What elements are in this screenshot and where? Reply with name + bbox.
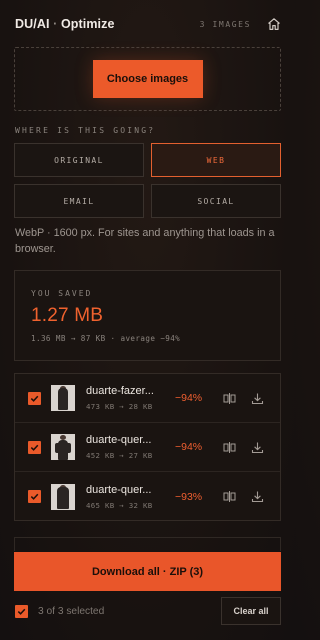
format-option-web[interactable]: WEB [151,143,281,177]
image-count: 3 IMAGES [199,19,251,29]
file-thumbnail [51,483,75,510]
checkmark-icon [30,444,39,451]
file-sizes: 465 KB → 32 KB [86,500,153,510]
compare-icon [223,491,235,502]
savings-label: YOU SAVED [31,289,93,298]
file-checkbox[interactable] [28,490,41,503]
title-separator: · [49,17,61,31]
savings-value: 1.27 MB [31,305,104,326]
file-thumbnail [51,385,75,411]
savings-card: YOU SAVED 1.27 MB 1.36 MB → 87 KB · aver… [14,270,281,361]
download-file-button[interactable] [249,489,265,505]
file-reduction: −93% [175,490,203,503]
file-sizes: 452 KB → 27 KB [86,451,153,460]
compare-icon [223,441,235,453]
compare-icon [223,392,235,404]
compare-button[interactable] [221,489,237,505]
compare-button[interactable] [221,390,237,406]
file-row: duarte-quer... 465 KB → 32 KB −93% [15,472,280,521]
file-row: duarte-quer... 452 KB → 27 KB −94% [15,423,280,472]
download-all-button[interactable]: Download all · ZIP (3) [14,552,281,591]
selection-count: 3 of 3 selected [38,605,105,617]
choose-images-button[interactable]: Choose images [92,60,203,98]
file-checkbox[interactable] [28,391,41,405]
checkmark-icon [30,395,39,402]
file-name: duarte-quer... [86,483,152,496]
file-thumbnail [51,434,75,460]
list-footer-edge [14,537,281,551]
app-title: DU/AI · Optimize [15,17,115,31]
app-header: DU/AI · Optimize 3 IMAGES [15,12,283,36]
home-button[interactable] [265,15,283,33]
file-list: duarte-fazer... 473 KB → 28 KB −94% duar… [14,373,281,521]
select-all-checkbox[interactable] [15,604,28,618]
brand-name: DU/AI [15,17,50,31]
file-sizes: 473 KB → 28 KB [86,402,153,411]
file-name: duarte-quer... [86,434,152,446]
clear-all-button[interactable]: Clear all [221,597,281,625]
file-checkbox[interactable] [28,440,41,454]
format-option-original[interactable]: ORIGINAL [14,143,144,177]
format-option-email[interactable]: EMAIL [14,184,144,218]
download-file-button[interactable] [249,390,265,406]
file-name: duarte-fazer... [86,385,154,397]
download-icon [251,491,263,503]
selection-footer: 3 of 3 selected Clear all [14,597,281,625]
savings-detail: 1.36 MB → 87 KB · average −94% [31,334,181,343]
format-option-social[interactable]: SOCIAL [151,184,281,218]
checkmark-icon [17,608,26,615]
home-icon [268,18,280,30]
download-file-button[interactable] [249,439,265,455]
compare-button[interactable] [221,439,237,455]
download-icon [251,393,263,404]
format-description: WebP · 1600 px. For sites and anything t… [15,227,275,255]
file-row: duarte-fazer... 473 KB → 28 KB −94% [15,374,280,423]
file-reduction: −94% [175,441,203,453]
download-icon [251,442,263,453]
upload-dropzone[interactable]: Choose images [14,47,281,111]
checkmark-icon [30,493,39,500]
destination-label: WHERE IS THIS GOING? [15,126,156,135]
file-reduction: −94% [175,392,203,404]
page-title: Optimize [60,17,115,31]
